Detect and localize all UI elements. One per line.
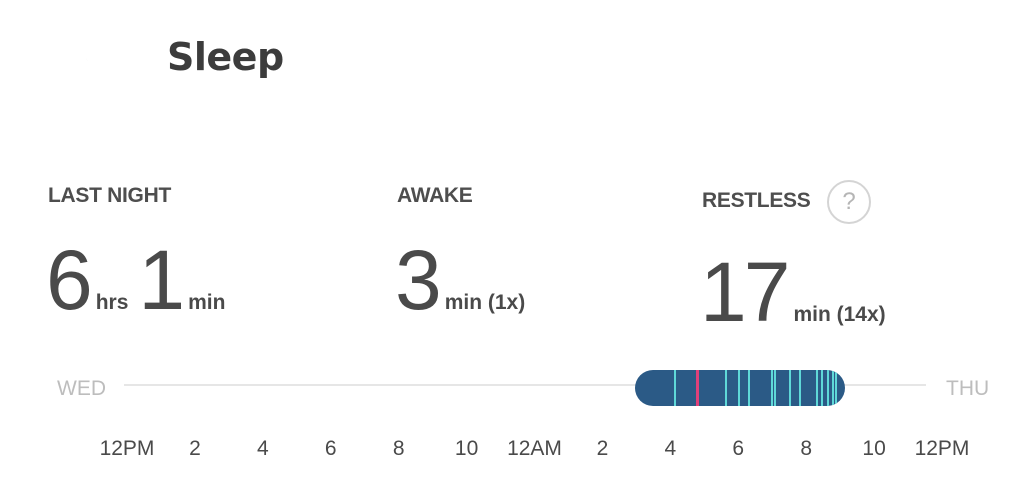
last-night-label: LAST NIGHT (48, 184, 171, 207)
restless-value: 17 min (14x) (700, 250, 896, 334)
awake-label: AWAKE (397, 184, 473, 207)
restless-marker (673, 370, 676, 406)
timeline-tick-label: 4 (664, 437, 677, 460)
timeline-tick-label: 2 (596, 437, 609, 460)
timeline-tick-label: 2 (189, 437, 201, 460)
last-night-minutes: 1 (138, 233, 185, 327)
moon-icon (80, 12, 130, 75)
timeline-tick-label: 12PM (914, 437, 970, 460)
timeline-tick-label: 12PM (99, 437, 155, 460)
timeline-tick-label: 4 (256, 437, 269, 460)
timeline-end-day: THU (946, 377, 990, 400)
page-title: Sleep (167, 35, 284, 79)
restless-marker (738, 370, 741, 406)
restless-unit: min (14x) (793, 303, 886, 326)
restless-marker (773, 370, 776, 406)
restless-marker (770, 370, 773, 406)
timeline-tick-label: 8 (392, 437, 405, 460)
restless-marker (789, 370, 792, 406)
awake-marker (695, 370, 699, 406)
last-night-hours-unit: hrs (95, 291, 129, 314)
restless-marker (724, 370, 727, 406)
restless-marker (799, 370, 802, 406)
awake-value: 3 min (1x) (395, 238, 535, 322)
timeline-start-day: WED (57, 377, 106, 400)
sleep-bar[interactable] (634, 370, 846, 406)
timeline-tick-label: 12AM (507, 437, 562, 460)
restless-label: RESTLESS (702, 189, 811, 212)
awake-unit: min (1x) (444, 291, 526, 314)
last-night-minutes-unit: min (188, 291, 226, 314)
restless-marker (835, 370, 838, 406)
timeline-tick-label: 10 (862, 437, 886, 460)
timeline-tick-label: 6 (324, 437, 337, 460)
restless-marker (748, 370, 751, 406)
restless-minutes: 17 (700, 245, 790, 339)
awake-minutes: 3 (395, 233, 442, 327)
help-icon[interactable]: ? (827, 180, 871, 224)
last-night-value: 6 hrs 1 min (46, 238, 235, 322)
timeline-tick-label: 8 (800, 437, 812, 460)
last-night-hours: 6 (46, 233, 93, 327)
restless-marker (826, 370, 829, 406)
timeline-tick-label: 6 (732, 437, 745, 460)
timeline-tick-label: 10 (454, 437, 479, 460)
restless-marker (831, 370, 834, 406)
restless-marker (821, 370, 824, 406)
restless-marker (816, 370, 819, 406)
